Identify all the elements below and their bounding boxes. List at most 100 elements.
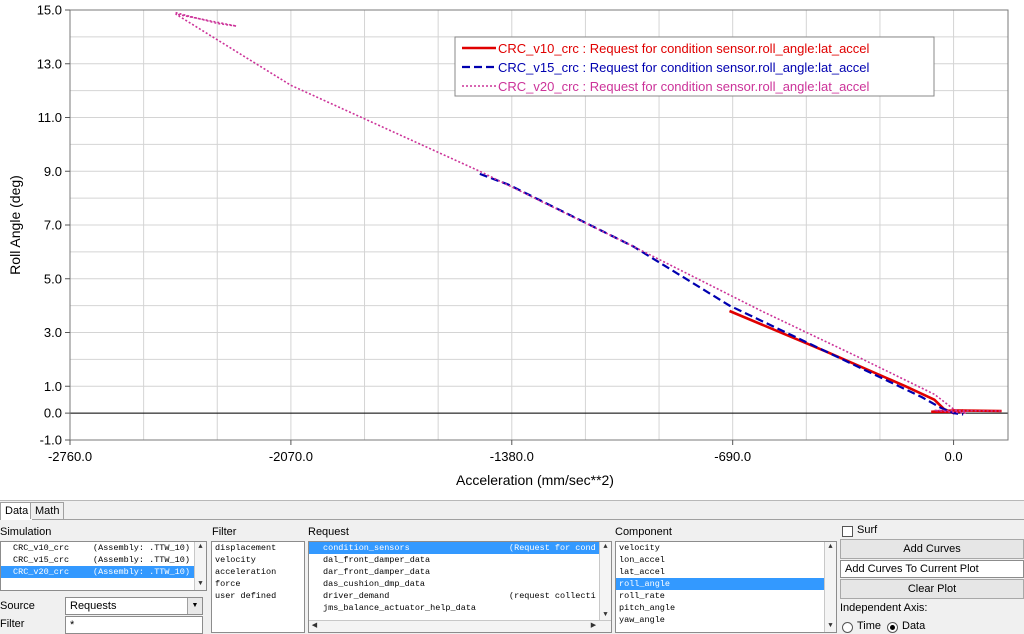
simulation-label: Simulation <box>0 526 52 538</box>
filter-item-label: acceleration <box>215 567 277 577</box>
surf-checkbox[interactable] <box>842 526 853 537</box>
component-item[interactable]: pitch_angle <box>616 602 824 614</box>
clear-plot-button[interactable]: Clear Plot <box>840 579 1024 599</box>
tab-math[interactable]: Math <box>30 502 65 519</box>
source-select[interactable]: Requests ▼ <box>65 597 203 615</box>
simulation-scrollbar[interactable]: ▲ ▼ <box>194 542 206 590</box>
filter-input-value: * <box>70 619 75 631</box>
chevron-down-icon[interactable]: ▼ <box>187 598 202 614</box>
simulation-name: CRC_v10_crc <box>13 543 70 553</box>
component-scrollbar[interactable]: ▲ ▼ <box>824 542 836 632</box>
request-item[interactable]: driver_demand (request collecti <box>309 590 599 602</box>
request-name: das_cushion_dmp_data <box>323 579 426 589</box>
plot-area: -2760.0 -2070.0 -1380.0 -690.0 0.0 -1.0 0.0 1.0… <box>7 3 1009 488</box>
filter-item[interactable]: displacement <box>212 542 304 554</box>
add-mode-value: Add Curves To Current Plot <box>845 563 979 575</box>
simulation-list[interactable]: CRC_v10_crc (Assembly: .TTW_10) CRC_v15_cr… <box>0 541 207 591</box>
y-tick-label: -1.0 <box>40 433 62 448</box>
add-curves-button[interactable]: Add Curves <box>840 539 1024 559</box>
filter-input[interactable]: * <box>65 616 203 634</box>
filter-list[interactable]: displacement velocity acceleration force use… <box>211 541 305 633</box>
x-tick-label: -2070.0 <box>269 449 313 464</box>
component-item[interactable]: yaw_angle <box>616 614 824 626</box>
request-scrollbar[interactable]: ▲ ▼ <box>599 542 611 621</box>
request-item[interactable]: das_cushion_dmp_data <box>309 578 599 590</box>
y-tick-label: 0.0 <box>44 406 62 421</box>
request-info: (request collecti <box>509 591 596 601</box>
request-item[interactable]: condition_sensors (Request for cond <box>309 542 599 554</box>
request-item[interactable]: dal_front_damper_data <box>309 554 599 566</box>
x-axis-label: Acceleration (mm/sec**2) <box>456 472 614 488</box>
filter-input-label: Filter <box>0 618 25 630</box>
y-tick-label: 1.0 <box>44 379 62 394</box>
radio-time[interactable] <box>842 622 853 633</box>
radio-data[interactable] <box>887 622 898 633</box>
simulation-item[interactable]: CRC_v15_crc (Assembly: .TTW_10) <box>1 554 206 566</box>
component-item[interactable]: roll_angle <box>616 578 824 590</box>
filter-label: Filter <box>212 526 237 538</box>
request-item[interactable]: jms_balance_actuator_help_data <box>309 602 599 614</box>
radio-data-label: Data <box>902 620 926 632</box>
component-item-label: yaw_angle <box>619 615 665 625</box>
tab-bar: Data Math <box>0 501 1024 520</box>
plot-browser-panel: Data Math Simulation CRC_v10_crc (Assembl… <box>0 500 1024 634</box>
legend-label-2: CRC_v15_crc : Request for condition sens… <box>498 60 870 75</box>
filter-item[interactable]: force <box>212 578 304 590</box>
scroll-up-icon[interactable]: ▲ <box>195 542 206 553</box>
legend: CRC_v10_crc : Request for condition sens… <box>454 36 935 97</box>
component-item-label: velocity <box>619 543 660 553</box>
x-tick-label: -2760.0 <box>48 449 92 464</box>
scroll-up-icon[interactable]: ▲ <box>825 542 836 553</box>
request-item[interactable]: dar_front_damper_data <box>309 566 599 578</box>
request-list[interactable]: condition_sensors (Request for cond dal_fr… <box>308 541 612 633</box>
simulation-name: CRC_v15_crc <box>13 555 70 565</box>
filter-item-label: force <box>215 579 241 589</box>
surf-label: Surf <box>857 524 878 536</box>
component-item-label: roll_rate <box>619 591 665 601</box>
simulation-info: (Assembly: .TTW_10) <box>93 567 190 577</box>
request-name: jms_balance_actuator_help_data <box>323 603 477 613</box>
legend-label-3: CRC_v20_crc : Request for condition sens… <box>498 79 870 94</box>
simulation-item[interactable]: CRC_v10_crc (Assembly: .TTW_10) <box>1 542 206 554</box>
scroll-up-icon[interactable]: ▲ <box>600 542 611 553</box>
legend-label-1: CRC_v10_crc : Request for condition sens… <box>498 41 870 56</box>
simulation-item[interactable]: CRC_v20_crc (Assembly: .TTW_10) <box>1 566 206 578</box>
filter-item-label: user defined <box>215 591 277 601</box>
component-item[interactable]: lat_accel <box>616 566 824 578</box>
series-line-1 <box>728 309 1002 415</box>
request-label: Request <box>308 526 349 538</box>
independent-axis-label: Independent Axis: <box>840 602 928 614</box>
scroll-left-icon[interactable]: ◀ <box>309 621 320 632</box>
component-item-label: pitch_angle <box>619 603 676 613</box>
component-item[interactable]: lon_accel <box>616 554 824 566</box>
filter-item[interactable]: acceleration <box>212 566 304 578</box>
scroll-down-icon[interactable]: ▼ <box>825 621 836 632</box>
y-tick-label: 11.0 <box>38 110 62 125</box>
x-tick-label: -690.0 <box>714 449 751 464</box>
y-tick-label: 7.0 <box>44 218 62 233</box>
component-item[interactable]: roll_rate <box>616 590 824 602</box>
y-tick-label: 9.0 <box>44 164 62 179</box>
component-item-label: lat_accel <box>619 567 665 577</box>
filter-item[interactable]: user defined <box>212 590 304 602</box>
x-tick-label: 0.0 <box>945 449 963 464</box>
request-name: driver_demand <box>323 591 390 601</box>
simulation-info: (Assembly: .TTW_10) <box>93 555 190 565</box>
component-item[interactable]: velocity <box>616 542 824 554</box>
y-tick-label: 13.0 <box>37 56 62 71</box>
filter-item[interactable]: velocity <box>212 554 304 566</box>
request-name: condition_sensors <box>323 543 410 553</box>
component-label: Component <box>615 526 672 538</box>
scroll-right-icon[interactable]: ▶ <box>588 621 599 632</box>
request-info: (Request for cond <box>509 543 596 553</box>
scroll-down-icon[interactable]: ▼ <box>195 579 206 590</box>
add-mode-select[interactable]: Add Curves To Current Plot <box>840 560 1024 578</box>
request-name: dar_front_damper_data <box>323 567 431 577</box>
request-name: dal_front_damper_data <box>323 555 431 565</box>
filter-item-label: velocity <box>215 555 256 565</box>
tab-data[interactable]: Data <box>0 502 34 520</box>
request-hscrollbar[interactable]: ◀ ▶ <box>309 620 611 632</box>
simulation-info: (Assembly: .TTW_10) <box>93 543 190 553</box>
component-list[interactable]: velocity lon_accel lat_accel roll_angle roll… <box>615 541 837 633</box>
component-item-label: lon_accel <box>619 555 665 565</box>
